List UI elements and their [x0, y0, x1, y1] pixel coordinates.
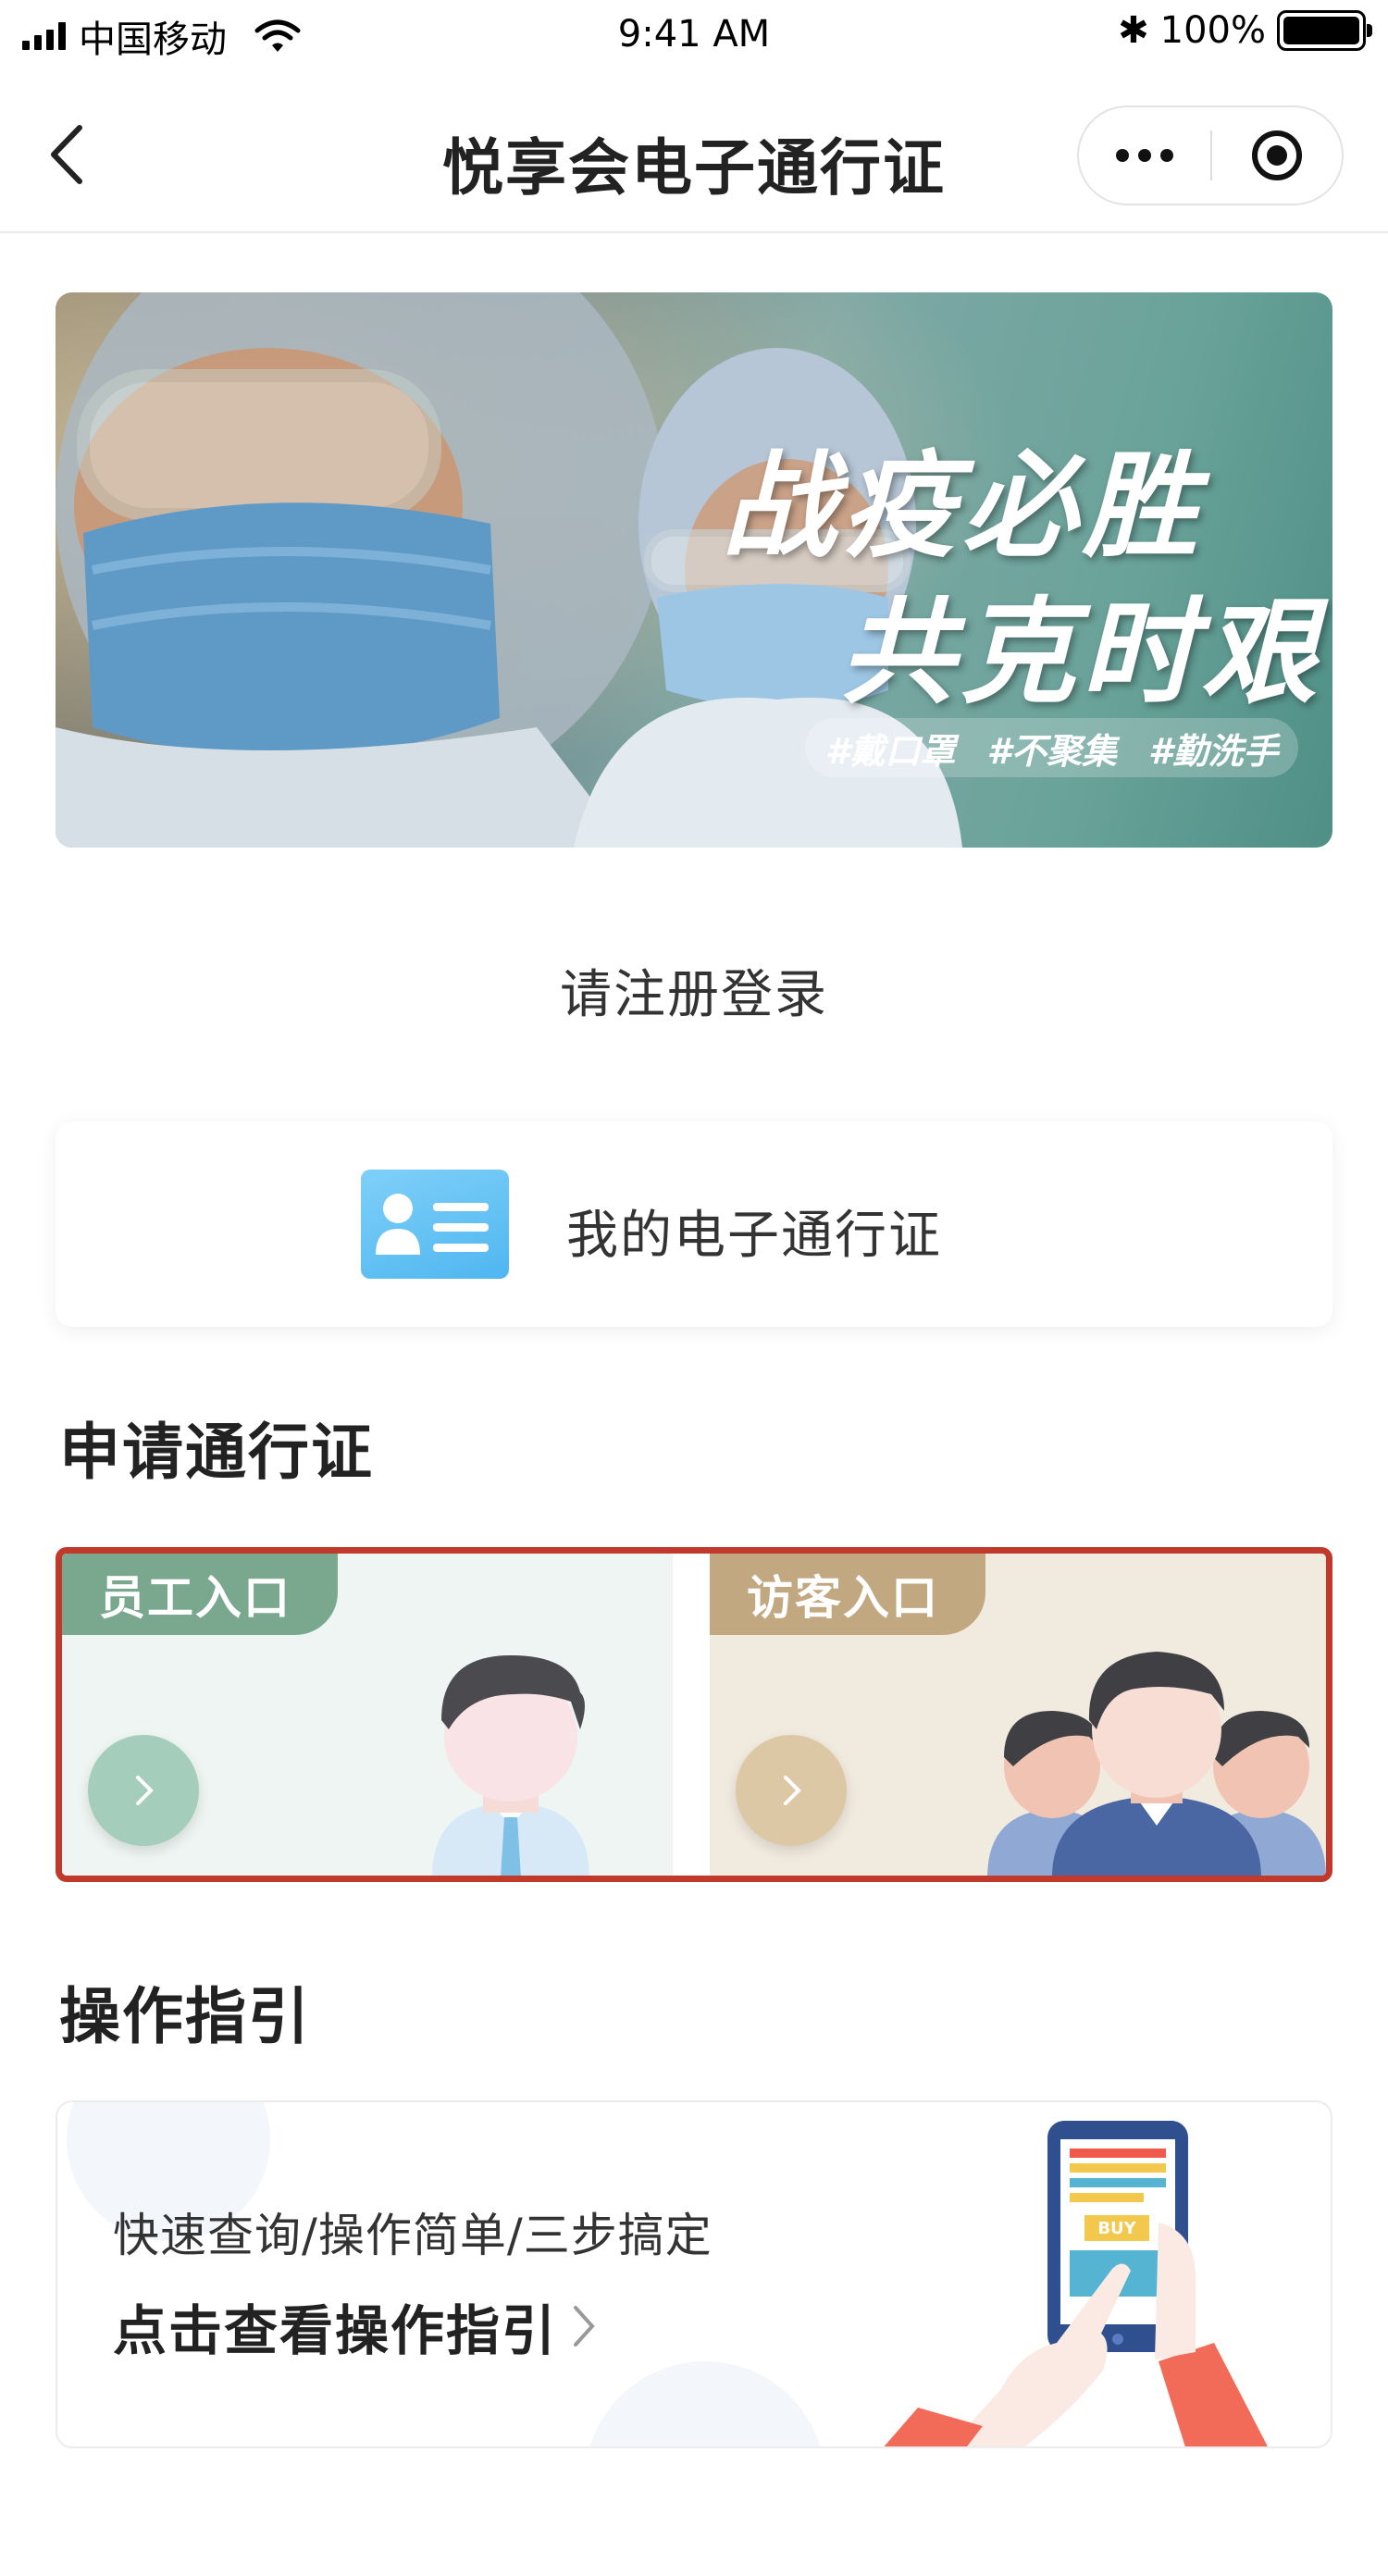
banner-slogan-2: 共克时艰: [840, 587, 1322, 720]
target-circle-icon: [1251, 130, 1302, 180]
register-login-link[interactable]: 请注册登录: [0, 953, 1388, 1028]
status-right: ✱ 100%: [1118, 9, 1372, 52]
more-dot-icon: [1116, 149, 1129, 162]
visitor-entry-label: 访客入口: [710, 1554, 985, 1635]
banner-tag: #不聚集: [986, 730, 1117, 772]
mini-program-capsule: [1077, 105, 1344, 205]
id-card-icon: [361, 1170, 509, 1279]
guide-card[interactable]: 快速查询/操作简单/三步搞定 点击查看操作指引 BUY: [56, 2100, 1332, 2448]
entry-selection: 员工入口 访客入口: [56, 1547, 1332, 1882]
battery-icon: [1277, 10, 1372, 51]
chevron-right-icon: [784, 1776, 801, 1805]
visitor-go-button[interactable]: [736, 1735, 847, 1846]
guide-link-text: 点击查看操作指引: [113, 2299, 558, 2362]
chevron-right-icon: [574, 2306, 595, 2347]
bluetooth-icon: ✱: [1118, 9, 1149, 52]
more-dot-icon: [1160, 149, 1173, 162]
battery-percent: 100%: [1159, 9, 1266, 52]
my-pass-label: 我的电子通行证: [566, 1206, 942, 1266]
more-dot-icon: [1138, 149, 1151, 162]
my-pass-card[interactable]: 我的电子通行证: [56, 1121, 1332, 1327]
phone-shopping-illustration: BUY: [884, 2121, 1268, 2446]
visitors-group-icon: [987, 1652, 1326, 1876]
more-button[interactable]: [1079, 149, 1210, 162]
status-bar: 中国移动 9:41 AM ✱ 100%: [0, 0, 1388, 74]
guide-link[interactable]: 点击查看操作指引: [113, 2287, 598, 2365]
banner-tag: #勤洗手: [1147, 730, 1279, 772]
banner-tags: #戴口罩 #不聚集 #勤洗手: [805, 718, 1299, 777]
promo-banner[interactable]: 战疫必胜 共克时艰 #戴口罩 #不聚集 #勤洗手: [56, 292, 1332, 848]
staff-entry-label: 员工入口: [62, 1554, 338, 1635]
close-button[interactable]: [1212, 128, 1342, 183]
chevron-right-icon: [136, 1776, 154, 1805]
nav-bar: 悦享会电子通行证: [0, 74, 1388, 233]
buy-label: BUY: [1097, 2219, 1136, 2238]
banner-slogan-1: 战疫必胜: [722, 440, 1204, 574]
visitor-entry-card[interactable]: 访客入口: [710, 1554, 1326, 1876]
apply-section-title: 申请通行证: [59, 1417, 374, 1488]
guide-section-title: 操作指引: [59, 1981, 311, 2052]
staff-figure-icon: [432, 1655, 589, 1876]
guide-subtitle: 快速查询/操作简单/三步搞定: [113, 2209, 713, 2262]
staff-go-button[interactable]: [88, 1735, 199, 1846]
staff-entry-card[interactable]: 员工入口: [62, 1554, 673, 1876]
banner-tag: #戴口罩: [825, 730, 956, 772]
